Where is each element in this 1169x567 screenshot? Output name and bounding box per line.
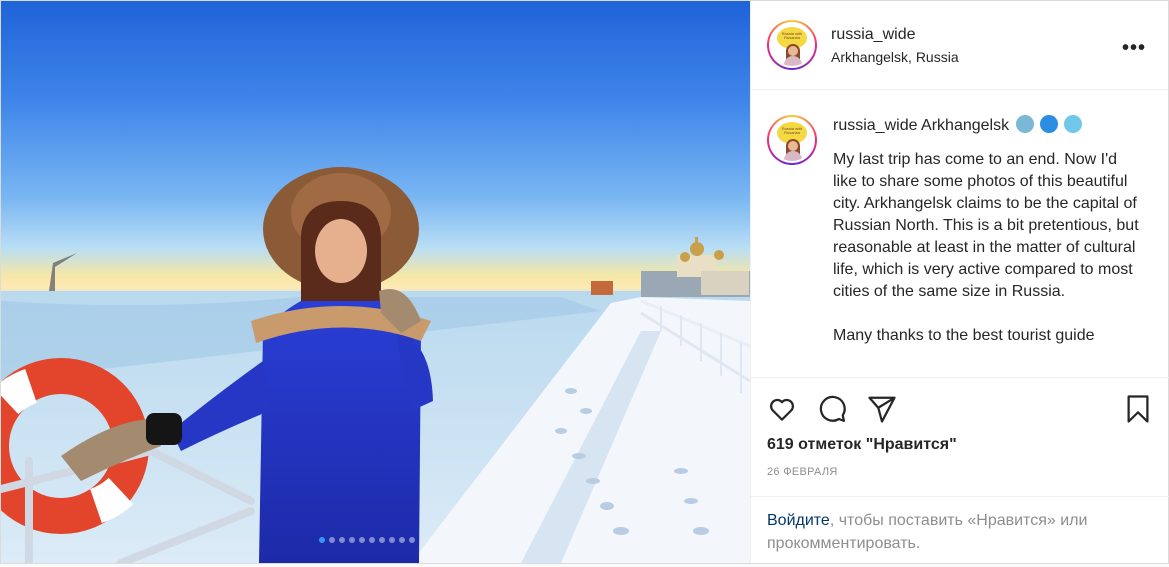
login-prompt: Войдите, чтобы поставить «Нравится» или … [751,496,1169,567]
avatar-text: Russia with Rusanka [781,126,803,135]
author-avatar[interactable]: Russia with Rusanka [767,20,817,70]
caption-username[interactable]: russia_wide [833,117,917,134]
post-location[interactable]: Arkhangelsk, Russia [831,49,959,65]
post-header: Russia with Rusanka russia_wide Arkhange… [751,1,1168,90]
like-heart-icon[interactable] [767,394,797,424]
carousel-dot [339,537,345,543]
carousel-dot [409,537,415,543]
caption: russia_wide Arkhangelsk My last trip has… [833,115,1143,347]
caption-section: Russia with Rusanka russia_wide Arkhange… [751,91,1169,377]
caption-text: My last trip has come to an end. Now I'd… [833,151,1139,344]
post-date[interactable]: 26 ФЕВРАЛЯ [767,466,1153,478]
carousel-dot [319,537,325,543]
wave-icon [1040,115,1058,133]
more-options-icon[interactable]: ••• [1122,37,1146,60]
post-photo[interactable] [1,1,750,563]
carousel-dot [369,537,375,543]
carousel-dot [399,537,405,543]
avatar-body [784,56,802,66]
carousel-indicator [319,537,415,543]
cold-face-icon [1015,115,1034,133]
avatar-face [788,141,798,151]
instagram-post: Russia with Rusanka russia_wide Arkhange… [0,0,1169,564]
avatar-body [784,151,802,161]
login-link[interactable]: Войдите [767,512,830,529]
carousel-dot [329,537,335,543]
photo-scene [1,167,750,563]
avatar-text: Russia with Rusanka [781,31,803,40]
carousel-dot [379,537,385,543]
post-side-panel: Russia with Rusanka russia_wide Arkhange… [750,1,1169,563]
carousel-dot [349,537,355,543]
author-username[interactable]: russia_wide [831,26,959,44]
share-send-icon[interactable] [867,394,897,424]
comment-icon[interactable] [817,394,847,424]
avatar-image: Russia with Rusanka [769,22,815,68]
caption-avatar[interactable]: Russia with Rusanka [767,115,817,165]
save-bookmark-icon[interactable] [1123,394,1153,424]
carousel-dot [389,537,395,543]
caption-avatar-image: Russia with Rusanka [769,117,815,163]
action-bar: 619 отметок "Нравится" 26 ФЕВРАЛЯ [751,377,1169,478]
caption-title: Arkhangelsk [921,117,1010,134]
avatar-face [788,46,798,56]
likes-count[interactable]: 619 отметок "Нравится" [767,436,1153,454]
carousel-dot [359,537,365,543]
snowflake-icon [1064,115,1083,133]
